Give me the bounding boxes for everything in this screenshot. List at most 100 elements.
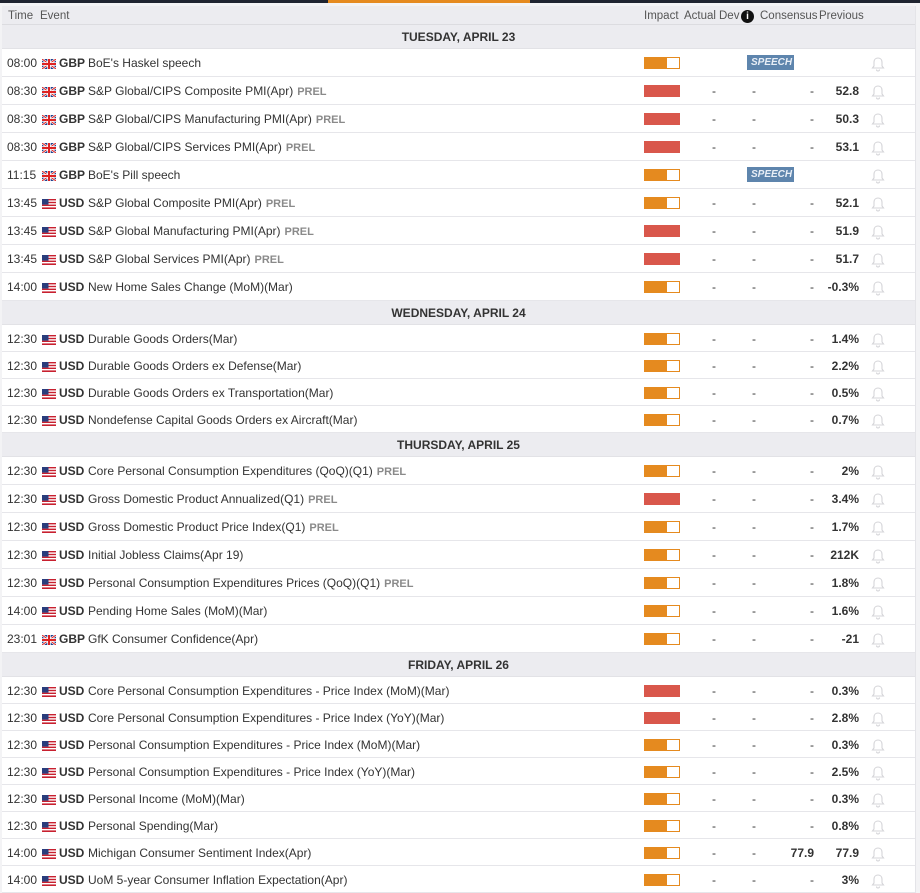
us-flag-icon <box>42 713 56 724</box>
event-name[interactable]: S&P Global Services PMI(Apr) PREL <box>88 252 284 266</box>
bell-icon[interactable] <box>870 604 886 620</box>
event-row[interactable]: 12:30 USD Core Personal Consumption Expend… <box>2 677 915 704</box>
event-name[interactable]: BoE's Pill speech <box>88 168 180 182</box>
bell-icon[interactable] <box>870 792 886 808</box>
bell-icon[interactable] <box>870 738 886 754</box>
event-name[interactable]: Personal Consumption Expenditures Prices… <box>88 576 413 590</box>
event-name[interactable]: Personal Income (MoM)(Mar) <box>88 792 245 806</box>
bell-icon[interactable] <box>870 684 886 700</box>
bell-icon[interactable] <box>870 492 886 508</box>
bell-icon[interactable] <box>870 196 886 212</box>
bell-icon[interactable] <box>870 359 886 375</box>
event-name[interactable]: Durable Goods Orders(Mar) <box>88 332 237 346</box>
event-name[interactable]: Personal Consumption Expenditures - Pric… <box>88 765 415 779</box>
speech-badge: SPEECH <box>747 167 794 182</box>
event-name[interactable]: Personal Spending(Mar) <box>88 819 218 833</box>
bell-icon[interactable] <box>870 280 886 296</box>
event-row[interactable]: 12:30 USD Gross Domestic Product Price Ind… <box>2 513 915 541</box>
event-name[interactable]: Pending Home Sales (MoM)(Mar) <box>88 604 267 618</box>
event-row[interactable]: 08:30 GBP S&P Global/CIPS Manufacturing PM… <box>2 105 915 133</box>
bell-icon[interactable] <box>870 819 886 835</box>
event-row[interactable]: 23:01 GBP GfK Consumer Confidence(Apr) - - - -… <box>2 625 915 653</box>
event-name[interactable]: Michigan Consumer Sentiment Index(Apr) <box>88 846 311 860</box>
event-title: Durable Goods Orders(Mar) <box>88 331 238 346</box>
bell-icon[interactable] <box>870 711 886 727</box>
bell-icon[interactable] <box>870 576 886 592</box>
event-row[interactable]: 12:30 USD Personal Consumption Expenditure… <box>2 731 915 758</box>
event-row[interactable]: 12:30 USD Durable Goods Orders(Mar) - - -1.4% <box>2 325 915 352</box>
event-row[interactable]: 14:00 USD New Home Sales Change (MoM)(Mar)… <box>2 273 915 301</box>
bell-icon[interactable] <box>870 873 886 889</box>
event-name[interactable]: UoM 5-year Consumer Inflation Expectatio… <box>88 873 347 887</box>
event-name[interactable]: Durable Goods Orders ex Defense(Mar) <box>88 359 301 373</box>
bell-icon[interactable] <box>870 632 886 648</box>
event-row[interactable]: 12:30 USD Personal Income (MoM)(Mar) - - -0.3… <box>2 785 915 812</box>
event-name[interactable]: S&P Global/CIPS Composite PMI(Apr) PREL <box>88 84 327 98</box>
event-name[interactable]: S&P Global/CIPS Services PMI(Apr) PREL <box>88 140 315 154</box>
event-name[interactable]: Core Personal Consumption Expenditures -… <box>88 711 444 725</box>
bell-icon[interactable] <box>870 140 886 156</box>
event-row[interactable]: 14:00 USD UoM 5-year Consumer Inflation Ex… <box>2 866 915 893</box>
us-flag-icon <box>42 522 56 533</box>
dev-value: - <box>752 710 756 725</box>
event-currency: USD <box>59 520 85 534</box>
event-row[interactable]: 12:30 USD Durable Goods Orders ex Defense(… <box>2 352 915 379</box>
bell-icon[interactable] <box>870 168 886 184</box>
event-name[interactable]: Gross Domestic Product Price Index(Q1) PR… <box>88 520 339 534</box>
event-name[interactable]: Initial Jobless Claims(Apr 19) <box>88 548 243 562</box>
event-name[interactable]: New Home Sales Change (MoM)(Mar) <box>88 280 293 294</box>
event-row[interactable]: 12:30 USD Personal Consumption Expenditure… <box>2 569 915 597</box>
bell-icon[interactable] <box>870 252 886 268</box>
event-row[interactable]: 12:30 USD Nondefense Capital Goods Orders … <box>2 406 915 433</box>
event-row[interactable]: 13:45 USD S&P Global Composite PMI(Apr) PRE… <box>2 189 915 217</box>
bell-icon[interactable] <box>870 332 886 348</box>
event-row[interactable]: 12:30 USD Core Personal Consumption Expend… <box>2 704 915 731</box>
bell-icon[interactable] <box>870 112 886 128</box>
event-name[interactable]: S&P Global Composite PMI(Apr) PREL <box>88 196 295 210</box>
bell-icon[interactable] <box>870 84 886 100</box>
event-row[interactable]: 13:45 USD S&P Global Manufacturing PMI(Apr… <box>2 217 915 245</box>
event-row[interactable]: 12:30 USD Personal Spending(Mar) - - -0.8% <box>2 812 915 839</box>
bell-icon[interactable] <box>870 464 886 480</box>
event-row[interactable]: 12:30 USD Core Personal Consumption Expend… <box>2 457 915 485</box>
previous-value: 77.9 <box>835 845 859 860</box>
event-name[interactable]: Gross Domestic Product Annualized(Q1) PRE… <box>88 492 337 506</box>
event-row[interactable]: 12:30 USD Personal Consumption Expenditure… <box>2 758 915 785</box>
event-title: Core Personal Consumption Expenditures -… <box>88 683 450 698</box>
bell-icon[interactable] <box>870 386 886 402</box>
event-row[interactable]: 14:00 USD Pending Home Sales (MoM)(Mar) - - -… <box>2 597 915 625</box>
event-name[interactable]: Nondefense Capital Goods Orders ex Aircr… <box>88 413 357 427</box>
event-row[interactable]: 08:00 GBP BoE's Haskel speech SPEECH <box>2 49 915 77</box>
event-row[interactable]: 12:30 USD Durable Goods Orders ex Transpor… <box>2 379 915 406</box>
event-name[interactable]: Personal Consumption Expenditures - Pric… <box>88 738 420 752</box>
us-flag-icon <box>42 388 56 399</box>
event-name[interactable]: S&P Global/CIPS Manufacturing PMI(Apr) PR… <box>88 112 345 126</box>
bell-icon[interactable] <box>870 846 886 862</box>
info-icon[interactable]: i <box>741 10 754 23</box>
event-name[interactable]: Core Personal Consumption Expenditures -… <box>88 684 449 698</box>
event-name[interactable]: GfK Consumer Confidence(Apr) <box>88 632 258 646</box>
event-row[interactable]: 14:00 USD Michigan Consumer Sentiment Inde… <box>2 839 915 866</box>
event-row[interactable]: 13:45 USD S&P Global Services PMI(Apr) PREL… <box>2 245 915 273</box>
bell-icon[interactable] <box>870 765 886 781</box>
event-title: S&P Global/CIPS Composite PMI(Apr) <box>88 84 294 98</box>
bell-icon[interactable] <box>870 224 886 240</box>
event-row[interactable]: 11:15 GBP BoE's Pill speech SPEECH <box>2 161 915 189</box>
bell-icon[interactable] <box>870 56 886 72</box>
event-row[interactable]: 12:30 USD Initial Jobless Claims(Apr 19) - -… <box>2 541 915 569</box>
event-name[interactable]: S&P Global Manufacturing PMI(Apr) PREL <box>88 224 314 238</box>
dev-value: - <box>752 196 756 210</box>
event-title: UoM 5-year Consumer Inflation Expectatio… <box>88 872 348 887</box>
previous-value: 52.1 <box>835 196 859 210</box>
event-name[interactable]: BoE's Haskel speech <box>88 56 201 70</box>
dev-value: - <box>752 872 756 887</box>
event-name[interactable]: Durable Goods Orders ex Transportation(M… <box>88 386 333 400</box>
bell-icon[interactable] <box>870 520 886 536</box>
event-row[interactable]: 08:30 GBP S&P Global/CIPS Composite PMI(Ap… <box>2 77 915 105</box>
event-row[interactable]: 12:30 USD Gross Domestic Product Annualize… <box>2 485 915 513</box>
previous-value: 0.7% <box>831 412 859 427</box>
event-name[interactable]: Core Personal Consumption Expenditures (… <box>88 464 406 478</box>
bell-icon[interactable] <box>870 413 886 429</box>
bell-icon[interactable] <box>870 548 886 564</box>
event-row[interactable]: 08:30 GBP S&P Global/CIPS Services PMI(Apr… <box>2 133 915 161</box>
